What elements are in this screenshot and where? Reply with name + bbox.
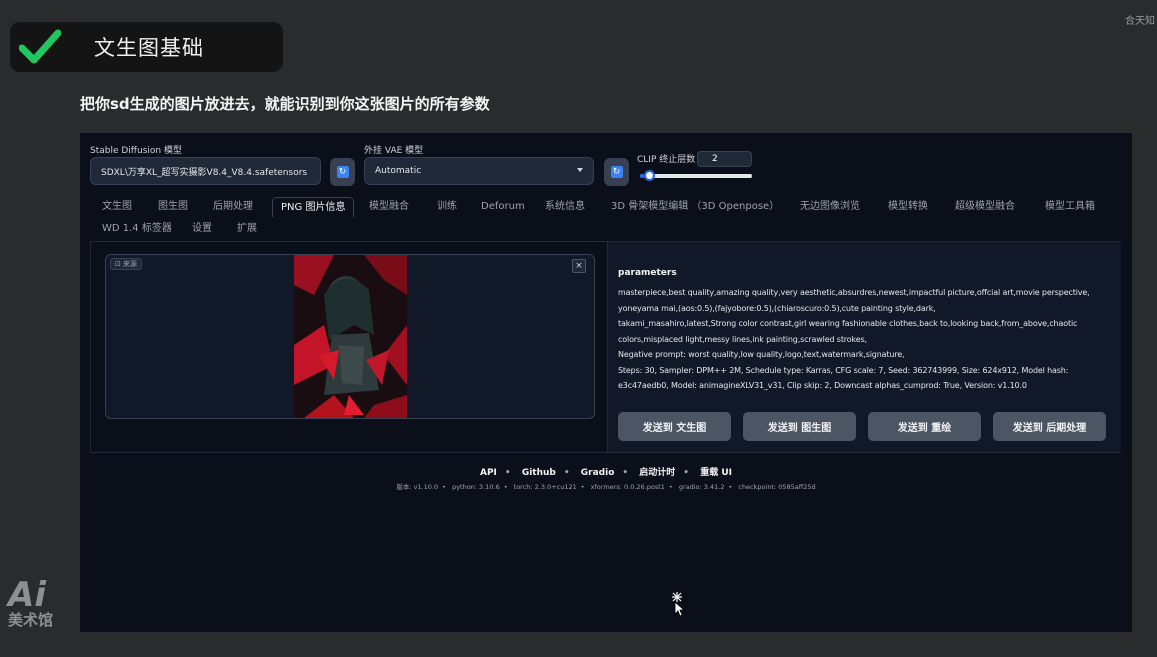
api-link[interactable]: API (480, 468, 497, 478)
tab-checkpoint-merger[interactable]: 模型融合 (369, 197, 409, 217)
png-info-panel: ⊡ 来源 × parameters masterpiece,best quali… (90, 241, 1121, 453)
tab-settings[interactable]: 设置 (192, 219, 212, 239)
sd-model-label: Stable Diffusion 模型 (90, 146, 182, 156)
version-item: checkpoint: 0585aff25d (738, 483, 816, 491)
tab-img2img[interactable]: 图生图 (158, 197, 188, 217)
version-item: xformers: 0.0.26.post1 (590, 483, 665, 491)
parameters-title: parameters (618, 268, 677, 278)
tab-model-toolkit[interactable]: 模型工具箱 (1045, 197, 1095, 217)
gradio-link[interactable]: Gradio (581, 468, 615, 478)
send-to-img2img-button[interactable]: 发送到 图生图 (743, 412, 856, 441)
corner-label: 合天知 (1125, 16, 1155, 27)
tab-txt2img[interactable]: 文生图 (102, 197, 132, 217)
tab-deforum[interactable]: Deforum (481, 197, 525, 217)
footer-links: API • Github • Gradio • 启动计时 • 重载 UI (480, 468, 732, 478)
tab-train[interactable]: 训练 (437, 197, 457, 217)
vae-label: 外挂 VAE 模型 (364, 146, 424, 156)
vae-value: Automatic (375, 166, 422, 176)
refresh-sd-model-button[interactable]: ↻ (330, 158, 355, 186)
image-icon: ⊡ (115, 260, 121, 268)
source-label: 来源 (122, 260, 137, 268)
watermark-cn: 美术馆 (8, 611, 54, 629)
chevron-down-icon (577, 168, 583, 172)
version-item: torch: 2.3.0+cu121 (513, 483, 577, 491)
reload-ui-link[interactable]: 重载 UI (700, 468, 732, 478)
send-to-extras-button[interactable]: 发送到 后期处理 (993, 412, 1106, 441)
parameters-line: e3c47aedb0, Model: animagineXLV31_v31, C… (618, 381, 1027, 390)
parameters-line: masterpiece,best quality,amazing quality… (618, 288, 1090, 297)
mouse-cursor-icon (667, 590, 687, 620)
parameters-line: colors,misplaced light,messy lines,ink p… (618, 334, 867, 344)
uploaded-artwork (294, 255, 407, 418)
sd-model-dropdown[interactable]: SDXL\万享XL_超写实摄影V8.4_V8.4.safetensors (90, 157, 321, 185)
tab-image-browser[interactable]: 无边图像浏览 (800, 197, 860, 217)
github-link[interactable]: Github (522, 468, 556, 478)
watermark-ai: Ai (8, 575, 46, 615)
source-tag: ⊡ 来源 (110, 258, 142, 270)
version-item: gradio: 3.41.2 (678, 483, 725, 491)
image-upload-area: ⊡ 来源 × (91, 242, 601, 452)
send-to-inpaint-button[interactable]: 发送到 重绘 (868, 412, 981, 441)
tab-system-info[interactable]: 系统信息 (545, 197, 585, 217)
parameters-line: takami_masahiro,latest,Strong color cont… (618, 319, 1078, 328)
send-to-txt2img-button[interactable]: 发送到 文生图 (618, 412, 731, 441)
clip-skip-slider[interactable] (640, 174, 752, 178)
lesson-title: 文生图基础 (94, 36, 204, 60)
footer-versions: 版本: v1.10.0 • python: 3.10.6 • torch: 2.3.… (396, 483, 816, 491)
parameters-line: Steps: 30, Sampler: DPM++ 2M, Schedule t… (618, 365, 1069, 375)
vae-dropdown[interactable]: Automatic (364, 157, 594, 185)
tab-model-converter[interactable]: 模型转换 (888, 197, 928, 217)
refresh-icon: ↻ (336, 166, 349, 178)
webui-app: Stable Diffusion 模型 SDXL\万享XL_超写实摄影V8.4_… (80, 133, 1132, 632)
clip-skip-input[interactable]: 2 (697, 151, 752, 167)
lesson-banner: 文生图基础 (10, 22, 283, 72)
tab-extensions[interactable]: 扩展 (237, 219, 257, 239)
startup-profile-link[interactable]: 启动计时 (639, 468, 675, 478)
version-item: python: 3.10.6 (452, 483, 500, 491)
refresh-icon: ↻ (610, 166, 623, 178)
tab-wd14-tagger[interactable]: WD 1.4 标签器 (102, 219, 172, 239)
close-icon[interactable]: × (572, 259, 586, 273)
model-controls: Stable Diffusion 模型 SDXL\万享XL_超写实摄影V8.4_… (90, 143, 1122, 193)
clip-skip-label: CLIP 终止层数 (637, 155, 696, 165)
tab-3d-openpose[interactable]: 3D 骨架模型编辑 （3D Openpose） (611, 197, 779, 217)
tab-supermerger[interactable]: 超级模型融合 (955, 197, 1015, 217)
refresh-vae-button[interactable]: ↻ (604, 158, 629, 186)
tab-png-info[interactable]: PNG 图片信息 (272, 197, 355, 217)
check-icon (10, 22, 70, 72)
lesson-subtitle: 把你sd生成的图片放进去，就能识别到你这张图片的所有参数 (80, 95, 490, 113)
tab-extras[interactable]: 后期处理 (213, 197, 253, 217)
image-dropzone[interactable]: ⊡ 来源 × (105, 254, 595, 419)
parameters-output: parameters masterpiece,best quality,amaz… (607, 242, 1121, 452)
parameters-line: Negative prompt: worst quality,low quali… (618, 350, 905, 359)
version-item: 版本: v1.10.0 (396, 483, 439, 491)
watermark-logo: Ai 美术馆 (8, 578, 53, 628)
clip-skip-slider-thumb[interactable] (644, 170, 655, 181)
parameters-text: masterpiece,best quality,amazing quality… (618, 285, 1113, 394)
sd-model-value: SDXL\万享XL_超写实摄影V8.4_V8.4.safetensors (101, 167, 308, 178)
parameters-line: yoneyama mai,(aos:0.5),(fajyobore:0.5),(… (618, 303, 936, 313)
